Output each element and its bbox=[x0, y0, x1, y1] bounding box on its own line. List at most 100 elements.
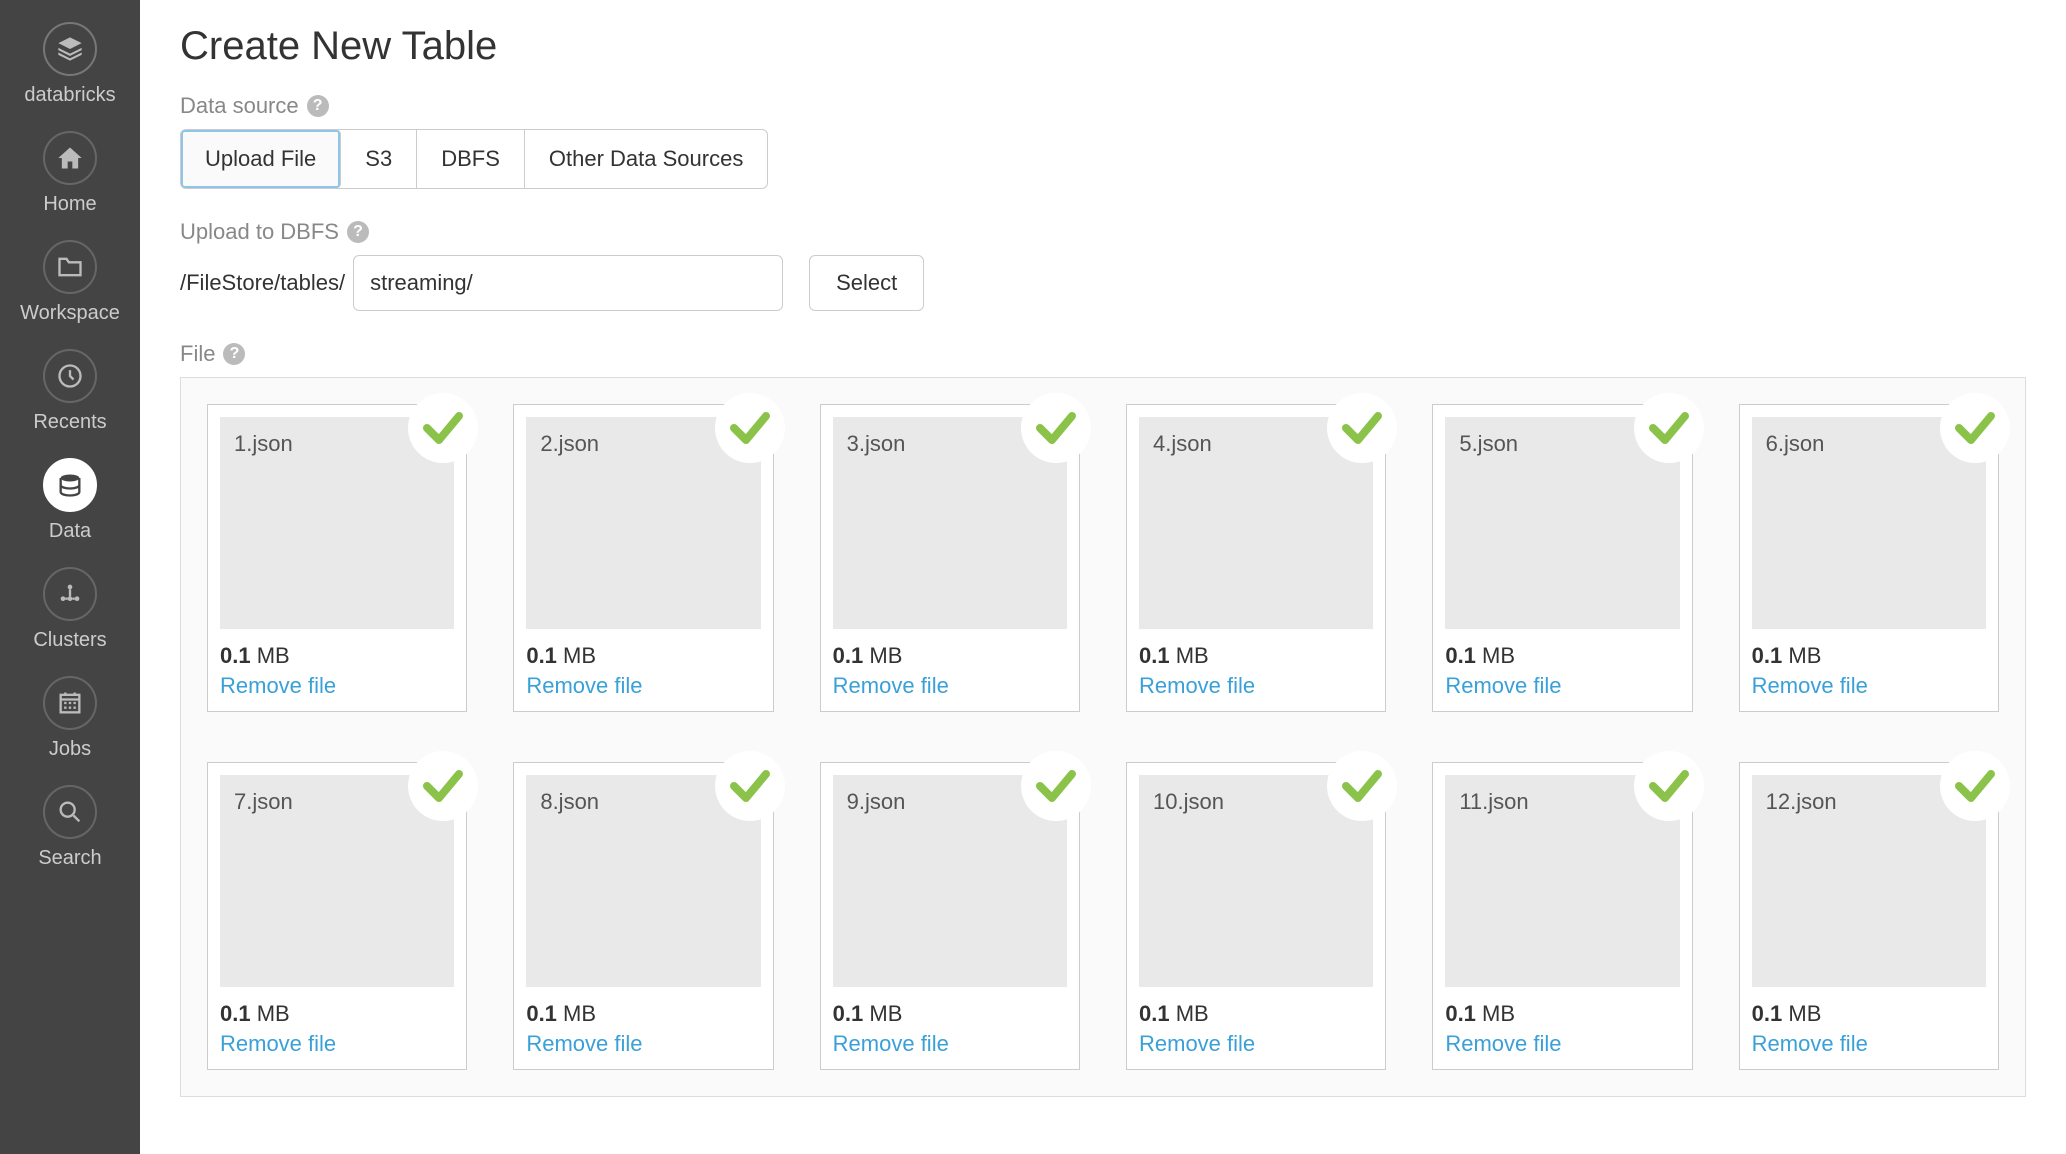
help-icon[interactable]: ? bbox=[347, 221, 369, 243]
main-content: Create New Table Data source ? Upload Fi… bbox=[140, 0, 2066, 1154]
file-name: 1.json bbox=[234, 431, 293, 457]
file-name: 2.json bbox=[540, 431, 599, 457]
data-source-label: Data source ? bbox=[180, 93, 2026, 119]
sidebar-item-label: Recents bbox=[33, 411, 106, 434]
remove-file-link[interactable]: Remove file bbox=[220, 1031, 454, 1057]
file-name: 12.json bbox=[1766, 789, 1837, 815]
data-source-tabs: Upload File S3 DBFS Other Data Sources bbox=[180, 129, 768, 189]
calendar-icon bbox=[43, 676, 97, 730]
remove-file-link[interactable]: Remove file bbox=[526, 1031, 760, 1057]
page-title: Create New Table bbox=[180, 24, 2026, 69]
upload-to-label: Upload to DBFS ? bbox=[180, 219, 2026, 245]
tab-dbfs[interactable]: DBFS bbox=[417, 130, 525, 188]
file-card: 8.json 0.1 MB Remove file bbox=[513, 762, 773, 1070]
check-icon bbox=[1634, 751, 1704, 821]
file-card: 1.json 0.1 MB Remove file bbox=[207, 404, 467, 712]
sidebar-item-home[interactable]: Home bbox=[0, 119, 140, 228]
file-size: 0.1 MB bbox=[1752, 1001, 1986, 1027]
sidebar-item-jobs[interactable]: Jobs bbox=[0, 664, 140, 773]
sidebar-item-label: Data bbox=[49, 520, 91, 543]
file-dropzone[interactable]: 1.json 0.1 MB Remove file 2.json 0.1 MB … bbox=[180, 377, 2026, 1097]
file-name: 7.json bbox=[234, 789, 293, 815]
sidebar-item-label: Clusters bbox=[33, 629, 106, 652]
tab-s3[interactable]: S3 bbox=[341, 130, 417, 188]
search-icon bbox=[43, 785, 97, 839]
file-card: 9.json 0.1 MB Remove file bbox=[820, 762, 1080, 1070]
check-icon bbox=[1327, 751, 1397, 821]
file-name: 3.json bbox=[847, 431, 906, 457]
file-name: 6.json bbox=[1766, 431, 1825, 457]
sidebar-item-workspace[interactable]: Workspace bbox=[0, 228, 140, 337]
remove-file-link[interactable]: Remove file bbox=[1752, 1031, 1986, 1057]
tab-upload-file[interactable]: Upload File bbox=[181, 130, 341, 188]
sidebar-logo[interactable]: databricks bbox=[0, 10, 140, 119]
file-size: 0.1 MB bbox=[1139, 1001, 1373, 1027]
sidebar: databricks Home Workspace Recents Data C… bbox=[0, 0, 140, 1154]
remove-file-link[interactable]: Remove file bbox=[1139, 673, 1373, 699]
check-icon bbox=[1327, 393, 1397, 463]
check-icon bbox=[1021, 393, 1091, 463]
clock-icon bbox=[43, 349, 97, 403]
file-card: 2.json 0.1 MB Remove file bbox=[513, 404, 773, 712]
remove-file-link[interactable]: Remove file bbox=[526, 673, 760, 699]
upload-path-row: /FileStore/tables/ Select bbox=[180, 255, 2026, 311]
file-name: 10.json bbox=[1153, 789, 1224, 815]
file-size: 0.1 MB bbox=[833, 643, 1067, 669]
file-card: 3.json 0.1 MB Remove file bbox=[820, 404, 1080, 712]
sidebar-item-clusters[interactable]: Clusters bbox=[0, 555, 140, 664]
check-icon bbox=[1634, 393, 1704, 463]
path-input[interactable] bbox=[353, 255, 783, 311]
remove-file-link[interactable]: Remove file bbox=[1139, 1031, 1373, 1057]
file-card: 5.json 0.1 MB Remove file bbox=[1432, 404, 1692, 712]
file-size: 0.1 MB bbox=[1752, 643, 1986, 669]
select-button[interactable]: Select bbox=[809, 255, 924, 311]
file-card: 6.json 0.1 MB Remove file bbox=[1739, 404, 1999, 712]
check-icon bbox=[715, 393, 785, 463]
file-size: 0.1 MB bbox=[220, 1001, 454, 1027]
check-icon bbox=[408, 751, 478, 821]
sidebar-item-search[interactable]: Search bbox=[0, 773, 140, 882]
check-icon bbox=[715, 751, 785, 821]
remove-file-link[interactable]: Remove file bbox=[1752, 673, 1986, 699]
file-card: 11.json 0.1 MB Remove file bbox=[1432, 762, 1692, 1070]
file-size: 0.1 MB bbox=[1445, 643, 1679, 669]
brand-label: databricks bbox=[24, 84, 115, 107]
check-icon bbox=[1940, 393, 2010, 463]
remove-file-link[interactable]: Remove file bbox=[1445, 1031, 1679, 1057]
folder-icon bbox=[43, 240, 97, 294]
databricks-icon bbox=[43, 22, 97, 76]
help-icon[interactable]: ? bbox=[307, 95, 329, 117]
path-prefix: /FileStore/tables/ bbox=[180, 270, 345, 296]
file-card: 12.json 0.1 MB Remove file bbox=[1739, 762, 1999, 1070]
file-size: 0.1 MB bbox=[833, 1001, 1067, 1027]
remove-file-link[interactable]: Remove file bbox=[833, 1031, 1067, 1057]
check-icon bbox=[1021, 751, 1091, 821]
database-icon bbox=[43, 458, 97, 512]
file-size: 0.1 MB bbox=[1445, 1001, 1679, 1027]
help-icon[interactable]: ? bbox=[223, 343, 245, 365]
remove-file-link[interactable]: Remove file bbox=[833, 673, 1067, 699]
sidebar-item-recents[interactable]: Recents bbox=[0, 337, 140, 446]
tab-other-sources[interactable]: Other Data Sources bbox=[525, 130, 767, 188]
sidebar-item-data[interactable]: Data bbox=[0, 446, 140, 555]
cluster-icon bbox=[43, 567, 97, 621]
file-size: 0.1 MB bbox=[526, 643, 760, 669]
sidebar-item-label: Jobs bbox=[49, 738, 91, 761]
file-name: 8.json bbox=[540, 789, 599, 815]
file-name: 9.json bbox=[847, 789, 906, 815]
file-card: 7.json 0.1 MB Remove file bbox=[207, 762, 467, 1070]
file-name: 5.json bbox=[1459, 431, 1518, 457]
file-size: 0.1 MB bbox=[220, 643, 454, 669]
file-card: 10.json 0.1 MB Remove file bbox=[1126, 762, 1386, 1070]
sidebar-item-label: Home bbox=[43, 193, 96, 216]
file-name: 4.json bbox=[1153, 431, 1212, 457]
file-size: 0.1 MB bbox=[526, 1001, 760, 1027]
sidebar-item-label: Workspace bbox=[20, 302, 120, 325]
file-name: 11.json bbox=[1459, 789, 1528, 815]
check-icon bbox=[408, 393, 478, 463]
home-icon bbox=[43, 131, 97, 185]
remove-file-link[interactable]: Remove file bbox=[1445, 673, 1679, 699]
file-card: 4.json 0.1 MB Remove file bbox=[1126, 404, 1386, 712]
remove-file-link[interactable]: Remove file bbox=[220, 673, 454, 699]
sidebar-item-label: Search bbox=[38, 847, 101, 870]
